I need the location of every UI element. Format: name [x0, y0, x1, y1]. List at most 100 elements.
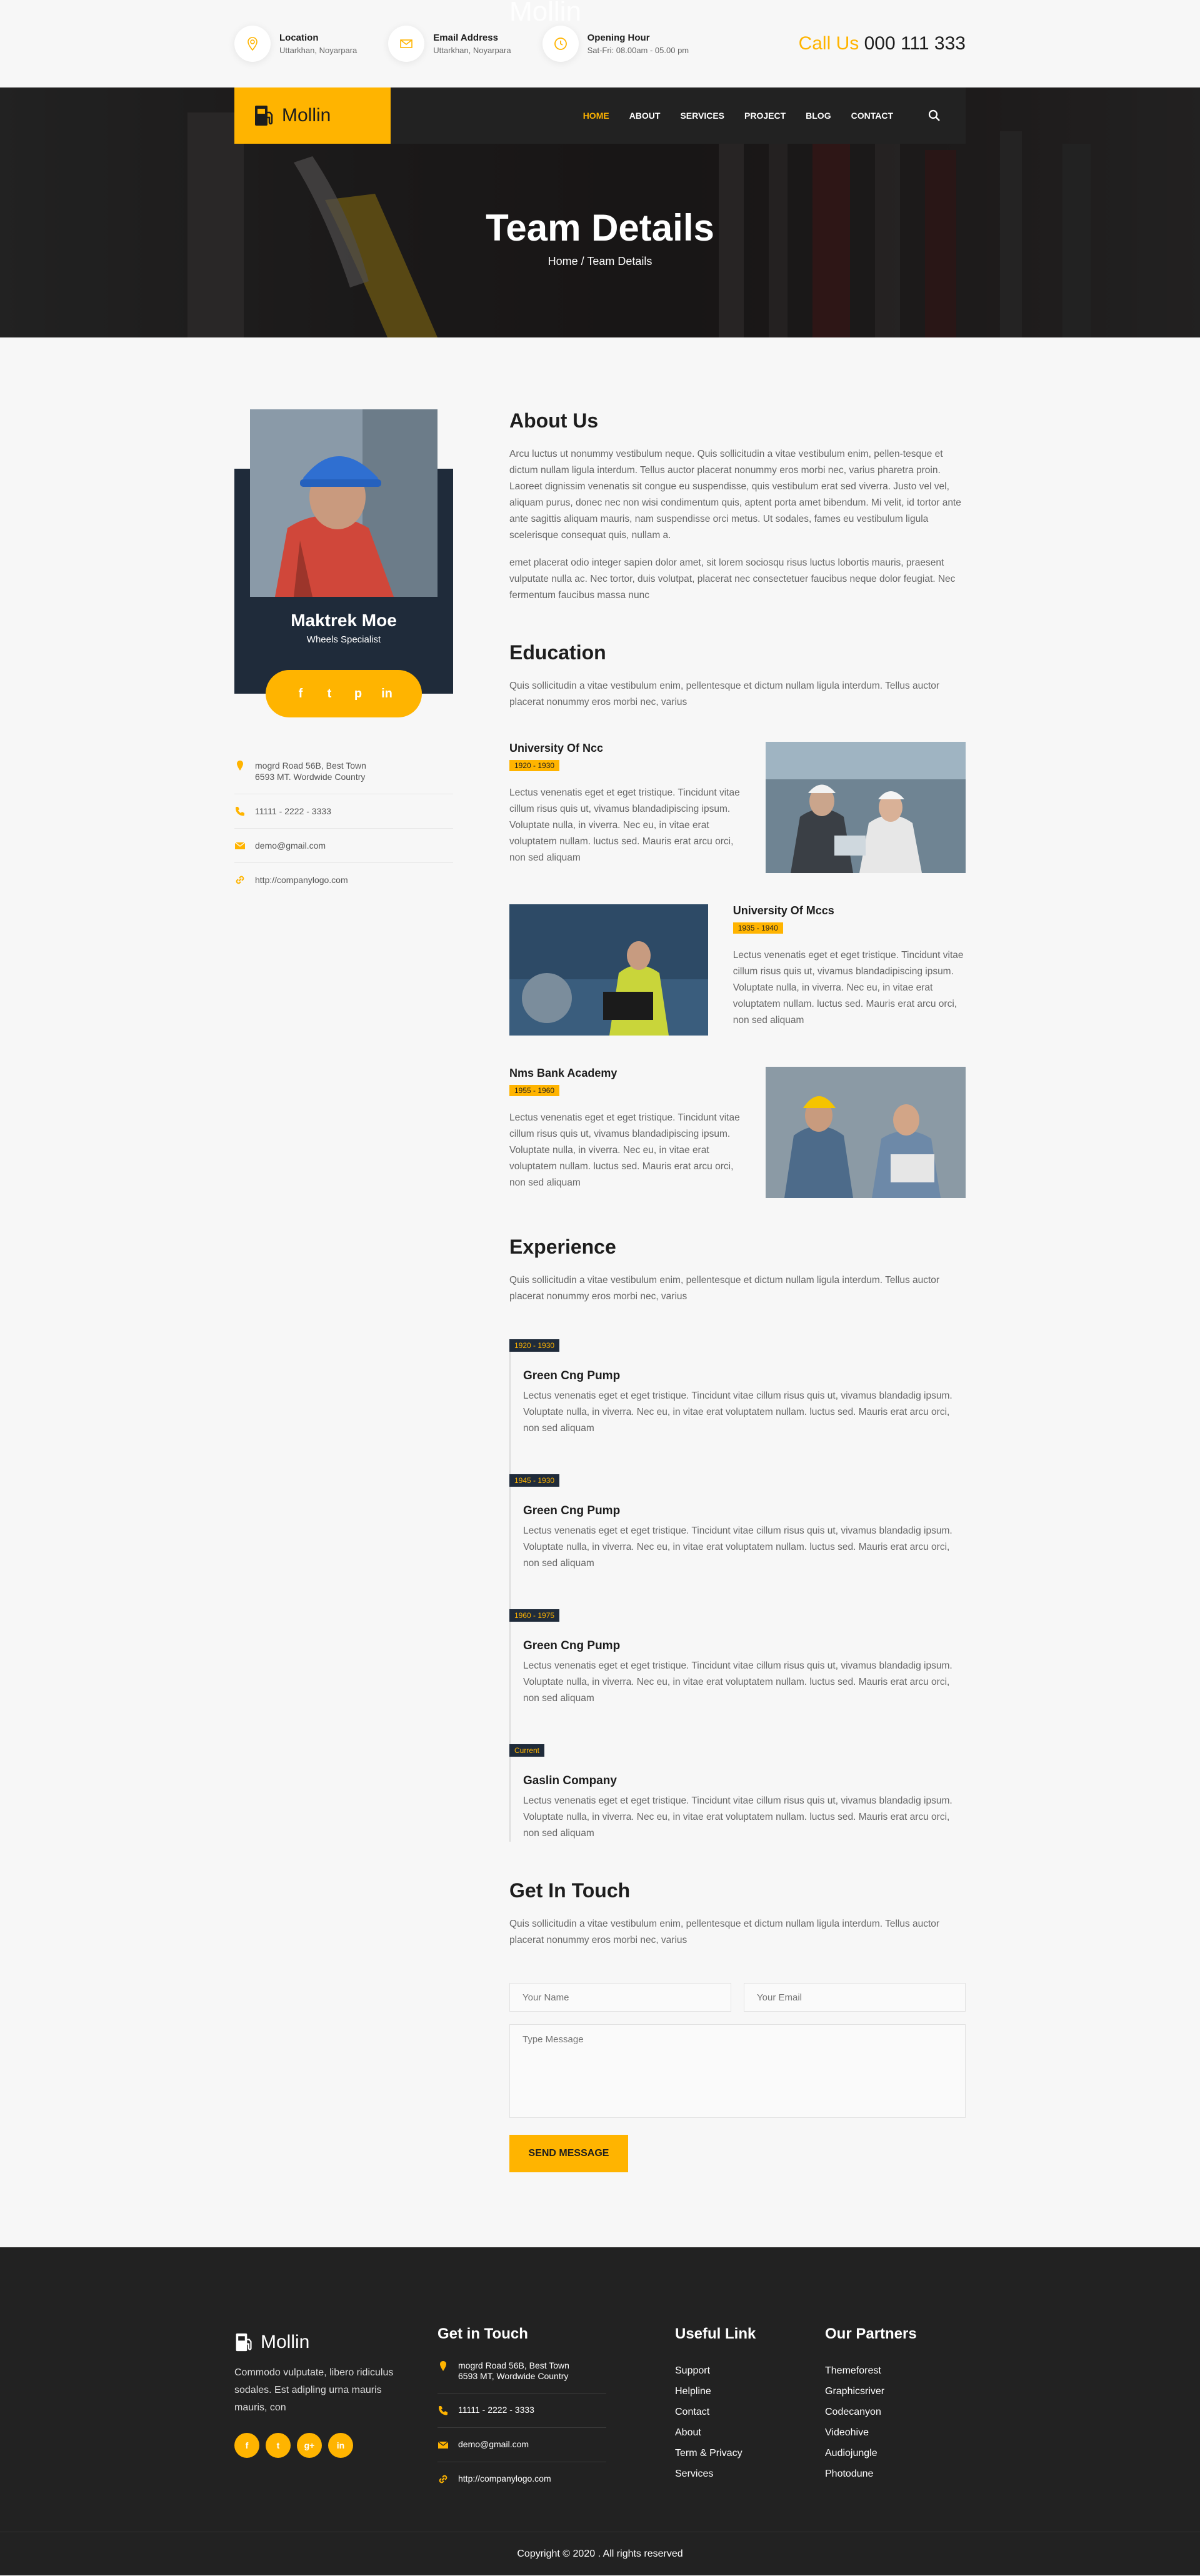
profile-sidebar: Maktrek Moe Wheels Specialist f t p in m… — [234, 409, 453, 2172]
partner-link-photodune[interactable]: Photodune — [825, 2464, 966, 2484]
hours-title: Opening Hour — [587, 32, 650, 43]
footer-link-helpline[interactable]: Helpline — [675, 2381, 825, 2402]
location-pin-icon — [234, 26, 271, 62]
nav-item-contact[interactable]: CONTACT — [851, 111, 893, 121]
experience-text: Lectus venenatis eget et eget tristique.… — [523, 1390, 952, 1434]
nav-item-blog[interactable]: BLOG — [806, 111, 831, 121]
experience-period: 1945 - 1930 — [509, 1474, 560, 1487]
envelope-icon — [234, 842, 246, 849]
fuel-pump-icon — [255, 106, 273, 126]
footer-email-text[interactable]: demo@gmail.com — [458, 2439, 529, 2450]
about-paragraph-2: emet placerat odio integer sapien dolor … — [509, 557, 956, 601]
footer-logo[interactable]: Mollin — [234, 2332, 438, 2353]
profile-address-line1: mogrd Road 56B, Best Town — [255, 761, 366, 771]
pinterest-icon[interactable]: p — [344, 687, 372, 701]
footer-website-text[interactable]: http://companylogo.com — [458, 2474, 551, 2484]
partner-link-themeforest[interactable]: Themeforest — [825, 2360, 966, 2381]
profile-social-links: f t p in — [266, 670, 422, 717]
footer-useful-title: Useful Link — [675, 2325, 756, 2342]
facebook-icon[interactable]: f — [286, 687, 315, 701]
experience-company: Green Cng Pump — [523, 1639, 621, 1652]
experience-title: Experience — [509, 1236, 616, 1258]
brand-name: Mollin — [282, 105, 331, 126]
partner-link-graphicsriver[interactable]: Graphicsriver — [825, 2381, 966, 2402]
hours-text: Sat-Fri: 08.00am - 05.00 pm — [587, 46, 689, 55]
about-title: About Us — [509, 409, 599, 432]
experience-period: 1960 - 1975 — [509, 1609, 560, 1622]
footer-about: Mollin Commodo vulputate, libero ridicul… — [234, 2325, 438, 2507]
location-pin-icon — [237, 761, 243, 771]
link-icon — [439, 2475, 448, 2484]
profile-phone: 11111 - 2222 - 3333 — [234, 794, 453, 829]
footer-address: mogrd Road 56B, Best Town 6593 MT, Wordw… — [438, 2360, 606, 2394]
name-input[interactable] — [509, 1983, 731, 2012]
experience-company: Gaslin Company — [523, 1774, 617, 1787]
brand-logo[interactable]: Mollin — [234, 87, 391, 144]
profile-role: Wheels Specialist — [306, 634, 381, 645]
footer-phone: 11111 - 2222 - 3333 — [438, 2405, 606, 2428]
partner-link-videohive[interactable]: Videohive — [825, 2422, 966, 2443]
experience-timeline: 1920 - 1930 Green Cng Pump Lectus venena… — [509, 1339, 966, 1842]
search-icon[interactable] — [928, 109, 941, 122]
footer-link-services[interactable]: Services — [675, 2464, 825, 2484]
footer-link-about[interactable]: About — [675, 2422, 825, 2443]
send-message-button[interactable]: SEND MESSAGE — [509, 2135, 628, 2172]
education-years: 1955 - 1960 — [509, 1085, 560, 1096]
partner-link-audiojungle[interactable]: Audiojungle — [825, 2443, 966, 2464]
education-years: 1935 - 1940 — [732, 922, 783, 934]
experience-text: Lectus venenatis eget et eget tristique.… — [523, 1525, 952, 1569]
nav-item-project[interactable]: PROJECT — [744, 111, 786, 121]
education-title: Education — [509, 641, 606, 664]
linkedin-icon[interactable]: in — [372, 687, 401, 701]
contact-form-title: Get In Touch — [509, 1879, 631, 1902]
experience-intro: Quis sollicitudin a vitae vestibulum eni… — [509, 1275, 940, 1302]
footer-link-support[interactable]: Support — [675, 2360, 825, 2381]
footer-phone-text[interactable]: 11111 - 2222 - 3333 — [458, 2405, 534, 2415]
education-item: Nms Bank Academy 1955 - 1960 Lectus vene… — [509, 1067, 966, 1198]
location-text: Uttarkhan, Noyarpara — [279, 46, 358, 55]
education-item: University Of Mccs 1935 - 1940 Lectus ve… — [509, 904, 966, 1036]
footer-website: http://companylogo.com — [438, 2474, 606, 2496]
experience-item: Current Gaslin Company Lectus venenatis … — [509, 1744, 966, 1842]
education-school: University Of Ncc — [509, 742, 604, 754]
experience-period: 1920 - 1930 — [509, 1339, 560, 1352]
nav-item-about[interactable]: ABOUT — [629, 111, 661, 121]
profile-contact-list: mogrd Road 56B, Best Town 6593 MT. Wordw… — [234, 749, 453, 897]
contact-form-row — [509, 1983, 966, 2012]
contact-form-intro: Quis sollicitudin a vitae vestibulum eni… — [509, 1919, 940, 1945]
footer-partners-title: Our Partners — [825, 2325, 917, 2342]
profile-address-line2: 6593 MT. Wordwide Country — [255, 772, 366, 782]
facebook-icon[interactable]: f — [234, 2433, 259, 2458]
breadcrumb[interactable]: Home / Team Details — [0, 255, 1200, 268]
nav-item-services[interactable]: SERVICES — [680, 111, 724, 121]
profile-website-text[interactable]: http://companylogo.com — [255, 874, 348, 886]
email-input[interactable] — [744, 1983, 966, 2012]
experience-company: Green Cng Pump — [523, 1369, 621, 1382]
profile-email-text[interactable]: demo@gmail.com — [255, 840, 326, 851]
nav-item-home[interactable]: HOME — [583, 111, 609, 121]
contact-form-section: Get In Touch Quis sollicitudin a vitae v… — [509, 1879, 966, 2172]
experience-item: 1945 - 1930 Green Cng Pump Lectus venena… — [509, 1474, 966, 1609]
footer-link-contact[interactable]: Contact — [675, 2402, 825, 2422]
profile-photo — [250, 409, 438, 597]
experience-period: Current — [509, 1744, 545, 1757]
education-image — [766, 742, 966, 873]
about-section: About Us Arcu luctus ut nonummy vestibul… — [509, 409, 966, 604]
footer-address-line1: mogrd Road 56B, Best Town — [458, 2360, 569, 2370]
twitter-icon[interactable]: t — [266, 2433, 291, 2458]
linkedin-icon[interactable]: in — [328, 2433, 353, 2458]
google-plus-icon[interactable]: g+ — [297, 2433, 322, 2458]
education-school: University Of Mccs — [732, 904, 834, 917]
footer-link-privacy[interactable]: Term & Privacy — [675, 2443, 825, 2464]
footer-address-line2: 6593 MT, Wordwide Country — [458, 2371, 569, 2381]
call-us[interactable]: Call Us 000 111 333 — [799, 33, 966, 54]
page-title: Team Details — [486, 207, 714, 249]
message-textarea[interactable] — [509, 2024, 966, 2118]
twitter-icon[interactable]: t — [315, 687, 344, 701]
profile-website: http://companylogo.com — [234, 863, 453, 897]
call-number: 000 111 333 — [864, 33, 966, 54]
partner-link-codecanyon[interactable]: Codecanyon — [825, 2402, 966, 2422]
main-content: Maktrek Moe Wheels Specialist f t p in m… — [0, 337, 1200, 2247]
profile-card: Maktrek Moe Wheels Specialist f t p in — [234, 409, 453, 717]
profile-phone-text[interactable]: 11111 - 2222 - 3333 — [255, 806, 331, 817]
